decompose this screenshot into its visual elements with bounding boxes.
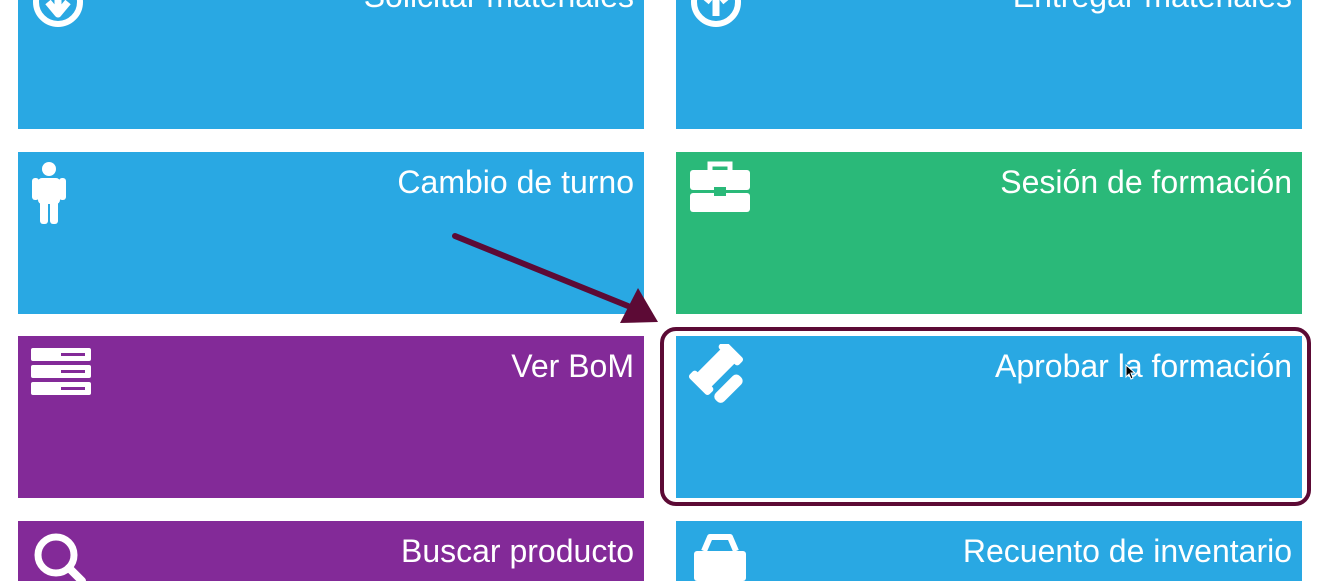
tile-aprobar-la-formacion[interactable]: Aprobar la formación [676, 336, 1302, 498]
search-icon [30, 529, 94, 581]
tile-label: Recuento de inventario [962, 533, 1292, 569]
tile-recuento-de-inventario[interactable]: Recuento de inventario [676, 521, 1302, 581]
tile-label: Aprobar la formación [994, 348, 1292, 384]
tile-buscar-producto[interactable]: Buscar producto [18, 521, 644, 581]
tile-sesion-de-formacion[interactable]: Sesión de formación [676, 152, 1302, 314]
arrow-down-circle-icon [30, 0, 94, 38]
tile-label: Entregar materiales [1013, 0, 1292, 16]
tile-solicitar-materiales[interactable]: Solicitar materiales [18, 0, 644, 129]
tile-label: Cambio de turno [397, 164, 634, 200]
person-icon [30, 160, 94, 224]
server-stack-icon [30, 344, 94, 408]
briefcase-icon [688, 160, 752, 224]
tile-entregar-materiales[interactable]: Entregar materiales [676, 0, 1302, 129]
tile-label: Ver BoM [511, 348, 634, 384]
tile-label: Sesión de formación [1000, 164, 1292, 200]
tile-label: Buscar producto [400, 533, 634, 569]
gavel-icon [688, 344, 752, 408]
inventory-cart-icon [688, 529, 752, 581]
tile-cambio-de-turno[interactable]: Cambio de turno [18, 152, 644, 314]
arrow-up-circle-icon [688, 0, 752, 38]
tile-ver-bom[interactable]: Ver BoM [18, 336, 644, 498]
tile-label: Solicitar materiales [364, 0, 634, 16]
